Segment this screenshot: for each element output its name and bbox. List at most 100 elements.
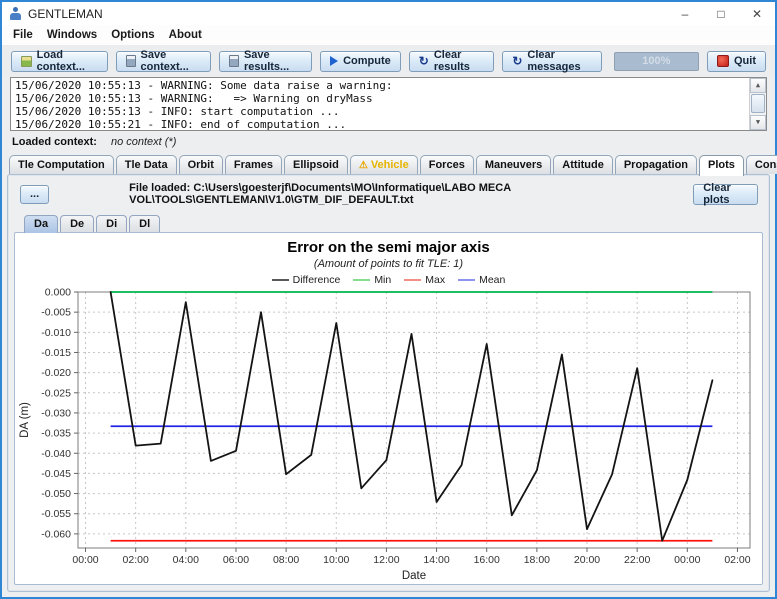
legend-line-icon: [272, 279, 289, 281]
tab-maneuvers[interactable]: Maneuvers: [476, 155, 551, 174]
tab-frames[interactable]: Frames: [225, 155, 282, 174]
svg-text:-0.040: -0.040: [41, 448, 71, 460]
svg-text:08:00: 08:00: [273, 554, 299, 566]
log-area[interactable]: 15/06/2020 10:55:13 - WARNING: Some data…: [10, 77, 767, 131]
subtab-di[interactable]: Di: [96, 215, 127, 232]
menu-file[interactable]: File: [6, 29, 40, 41]
subtab-de[interactable]: De: [60, 215, 94, 232]
log-line: 15/06/2020 10:55:21 - INFO: end of compu…: [15, 118, 744, 131]
tab-label: Forces: [429, 159, 465, 171]
tab-plots[interactable]: Plots: [699, 155, 744, 176]
play-icon: [330, 56, 338, 66]
legend-label: Max: [425, 274, 445, 286]
loaded-context-row: Loaded context: no context (*): [2, 133, 775, 150]
svg-text:-0.030: -0.030: [41, 407, 71, 419]
svg-text:14:00: 14:00: [423, 554, 449, 566]
title-bar: GENTLEMAN – □ ✕: [2, 2, 775, 25]
load-icon: [21, 56, 32, 67]
clear-messages-button[interactable]: ↻ Clear messages: [502, 51, 601, 72]
svg-text:04:00: 04:00: [173, 554, 199, 566]
save-icon: [126, 55, 136, 67]
y-axis-label: DA (m): [19, 402, 31, 438]
quit-icon: [717, 55, 729, 67]
chart-legend: DifferenceMinMaxMean: [272, 273, 506, 287]
quit-label: Quit: [734, 55, 756, 67]
svg-text:00:00: 00:00: [72, 554, 98, 566]
legend-label: Difference: [293, 274, 341, 286]
svg-text:-0.005: -0.005: [41, 307, 71, 319]
series-difference: [111, 292, 713, 541]
clear-results-button[interactable]: ↻ Clear results: [409, 51, 495, 72]
menu-about[interactable]: About: [162, 29, 209, 41]
tab-attitude[interactable]: Attitude: [553, 155, 613, 174]
tab-label: Plots: [708, 159, 735, 171]
menu-options[interactable]: Options: [104, 29, 161, 41]
load-context-label: Load context...: [37, 49, 98, 73]
subtab-da[interactable]: Da: [24, 215, 58, 233]
chart-subtitle: (Amount of points to fit TLE: 1): [314, 257, 463, 271]
svg-text:18:00: 18:00: [524, 554, 550, 566]
chart-svg: 00:0002:0004:0006:0008:0010:0012:0014:00…: [14, 287, 763, 583]
refresh-icon: ↻: [419, 56, 429, 66]
load-context-button[interactable]: Load context...: [11, 51, 108, 72]
legend-line-icon: [404, 279, 421, 281]
progress-bar: 100%: [614, 52, 699, 71]
scrollbar-thumb[interactable]: [751, 94, 765, 113]
tab-forces[interactable]: Forces: [420, 155, 474, 174]
clear-messages-label: Clear messages: [527, 49, 591, 73]
svg-text:02:00: 02:00: [724, 554, 750, 566]
save-results-label: Save results...: [244, 49, 302, 73]
quit-button[interactable]: Quit: [707, 51, 766, 72]
plot-subtabs: DaDeDiDl: [8, 209, 769, 232]
window-title: GENTLEMAN: [28, 7, 103, 21]
tab-label: Attitude: [562, 159, 604, 171]
maximize-button[interactable]: □: [703, 2, 739, 25]
clear-plots-button[interactable]: Clear plots: [693, 184, 758, 205]
tab-tle-computation[interactable]: Tle Computation: [9, 155, 114, 174]
log-scrollbar[interactable]: ▲ ▼: [749, 78, 766, 130]
tab-console[interactable]: Console: [746, 155, 777, 174]
compute-button[interactable]: Compute: [320, 51, 401, 72]
plot-frame: [78, 292, 750, 548]
loaded-context-label: Loaded context:: [12, 136, 97, 148]
file-loaded-text: File loaded: C:\Users\goesterjf\Document…: [129, 182, 693, 206]
menubar: FileWindowsOptionsAbout: [2, 25, 775, 46]
log-line: 15/06/2020 10:55:13 - INFO: start comput…: [15, 105, 744, 118]
tab-tle-data[interactable]: Tle Data: [116, 155, 177, 174]
save-context-button[interactable]: Save context...: [116, 51, 211, 72]
minimize-button[interactable]: –: [667, 2, 703, 25]
chart-gridlines: [78, 292, 750, 548]
svg-text:16:00: 16:00: [474, 554, 500, 566]
chart-title: Error on the semi major axis: [287, 238, 490, 257]
svg-text:-0.020: -0.020: [41, 367, 71, 379]
save-icon: [229, 55, 239, 67]
main-tabs: Tle Computation Tle DataOrbitFrames Ellips…: [2, 150, 775, 174]
tab-label: Tle Computation: [18, 159, 105, 171]
svg-text:22:00: 22:00: [624, 554, 650, 566]
scroll-up-icon[interactable]: ▲: [750, 78, 766, 93]
tab-label: Ellipsoid: [293, 159, 339, 171]
save-results-button[interactable]: Save results...: [219, 51, 312, 72]
tab-vehicle[interactable]: ⚠Vehicle: [350, 155, 418, 174]
svg-text:-0.010: -0.010: [41, 327, 71, 339]
x-axis-label: Date: [402, 570, 426, 582]
svg-text:06:00: 06:00: [223, 554, 249, 566]
browse-button[interactable]: ...: [20, 185, 49, 204]
svg-text:00:00: 00:00: [674, 554, 700, 566]
clear-results-label: Clear results: [434, 49, 484, 73]
menu-windows[interactable]: Windows: [40, 29, 104, 41]
file-row: ... File loaded: C:\Users\goesterjf\Docu…: [8, 175, 769, 209]
tab-propagation[interactable]: Propagation: [615, 155, 697, 174]
svg-text:12:00: 12:00: [373, 554, 399, 566]
axis-ticks: [74, 292, 737, 552]
tab-orbit[interactable]: Orbit: [179, 155, 223, 174]
scroll-down-icon[interactable]: ▼: [750, 115, 766, 130]
legend-item-max: Max: [404, 274, 445, 286]
legend-label: Min: [374, 274, 391, 286]
save-context-label: Save context...: [141, 49, 202, 73]
legend-line-icon: [353, 279, 370, 281]
app-window: GENTLEMAN – □ ✕ FileWindowsOptionsAbout …: [0, 0, 777, 599]
tab-ellipsoid[interactable]: Ellipsoid: [284, 155, 348, 174]
subtab-dl[interactable]: Dl: [129, 215, 160, 232]
close-button[interactable]: ✕: [739, 2, 775, 25]
